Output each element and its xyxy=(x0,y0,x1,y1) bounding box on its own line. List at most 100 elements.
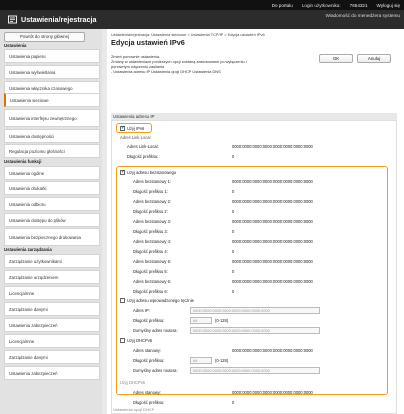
sidebar-item-general[interactable]: Ustawienia ogólne xyxy=(4,166,100,180)
sidebar-item-secure-print[interactable]: Ustawienia bezpiecznego drukowania xyxy=(4,228,100,246)
dhcpv6-repeat-label: Użyj DHCPv6 xyxy=(120,380,146,385)
dhcpv6-prefix-label: Długość prefiksu: xyxy=(133,358,165,363)
dhcpv6-repeat-prefix-label: Długość prefiksu: xyxy=(133,400,165,405)
stateless-row-label: Adres bezstanowy 4: xyxy=(133,239,172,244)
manual-gateway-label: Domyślny adres routera: xyxy=(133,328,178,333)
stateless-row-value: 0 xyxy=(232,189,235,194)
dhcp-options-header: Ustawienia opcji DHCP xyxy=(113,407,155,412)
use-manual-address-label: Użyj adresu wprowadzonego ręcznie xyxy=(127,298,194,303)
portal-link[interactable]: Do portalu xyxy=(272,3,293,8)
sidebar-section-settings: Ustawienia xyxy=(4,43,27,48)
sidebar-item-user-management[interactable]: Zarządzanie użytkownikami xyxy=(4,254,100,268)
stateless-row-value: 0000:0000:0000:0000:0000:0000:0000:0000 xyxy=(232,179,313,184)
dhcpv6-prefix-range: (0-128) xyxy=(215,358,229,363)
manual-gateway-input[interactable]: 0000:0000:0000:0000:0000:0000:0000:0000 xyxy=(190,327,320,334)
sidebar-item-security-2[interactable]: Ustawienia zabezpieczeń xyxy=(4,366,100,380)
app-title-group: Ustawienia/rejestracja xyxy=(0,15,97,24)
stateless-row-label: Długość prefiksu 1: xyxy=(133,189,168,194)
sidebar-item-data-management-2[interactable]: Zarządzanie danymi xyxy=(4,350,100,364)
dhcpv6-address-label: Adres stanowy: xyxy=(133,348,161,353)
sidebar-item-paper[interactable]: Ustawienia papieru xyxy=(4,49,100,63)
dhcpv6-repeat-address-label: Adres stanowy: xyxy=(133,390,161,395)
link-local-prefix-value: 0 xyxy=(232,154,235,159)
description-line: - Ustawienia adresu IP Ustawienia opcji … xyxy=(111,69,221,74)
stateless-row-label: Adres bezstanowy 2: xyxy=(133,199,172,204)
stateless-row-label: Adres bezstanowy 1: xyxy=(133,179,172,184)
use-ipv6-checkbox[interactable] xyxy=(120,125,125,131)
stateless-row-value: 0000:0000:0000:0000:0000:0000:0000:0000 xyxy=(232,219,313,224)
stateless-row-label: Adres bezstanowy 5: xyxy=(133,259,172,264)
link-local-address-label: Adres Link-Local: xyxy=(127,144,159,149)
sidebar-item-network[interactable]: Ustawienia sieciowe xyxy=(4,93,100,107)
sidebar-item-license[interactable]: Licencja/Inne xyxy=(4,286,100,300)
stateless-row-label: Adres bezstanowy 3: xyxy=(133,219,172,224)
sidebar-item-printer[interactable]: Ustawienia drukarki xyxy=(4,181,100,195)
stateless-row-value: 0 xyxy=(232,269,235,274)
stateless-row-value: 0000:0000:0000:0000:0000:0000:0000:0000 xyxy=(232,199,313,204)
dhcpv6-repeat-prefix-value: 0 xyxy=(232,400,235,405)
settings-icon xyxy=(8,15,17,24)
app-title: Ustawienia/rejestracja xyxy=(21,15,97,24)
sidebar-item-receive[interactable]: Ustawienia odbioru xyxy=(4,197,100,211)
page-description: Zmień ponownie ustawienia. Zmiany w usta… xyxy=(111,54,311,74)
stateless-row-label: Długość prefiksu 5: xyxy=(133,269,168,274)
ok-button[interactable]: OK xyxy=(319,54,353,63)
message-to-admin-link[interactable]: Wiadomość do menedżera systemu xyxy=(325,13,400,18)
stateless-row-label: Adres bezstanowy 6: xyxy=(133,279,172,284)
use-stateless-label: Użyj adresu bezstanowego xyxy=(127,170,177,175)
dhcpv6-prefix-input[interactable]: 64 xyxy=(190,357,212,364)
manual-ip-input[interactable]: 0000:0000:0000:0000:0000:0000:0000:0000 xyxy=(190,307,320,314)
ip-settings-panel: Użyj IPv6 Adres Link-Local Adres Link-Lo… xyxy=(111,120,397,414)
dhcpv6-gateway-label: Domyślny adres routera: xyxy=(133,368,178,373)
sidebar-section-function-settings: Ustawienia funkcji xyxy=(4,159,42,164)
manual-prefix-range: (0-128) xyxy=(215,318,229,323)
logout-link[interactable]: Wyloguj się xyxy=(377,3,400,8)
sidebar-item-accessibility[interactable]: Ustawienia dostępności xyxy=(4,129,100,143)
use-stateless-checkbox[interactable] xyxy=(120,169,125,175)
use-dhcpv6-checkbox[interactable] xyxy=(120,338,125,343)
link-local-prefix-label: Długość prefiksu: xyxy=(127,154,159,159)
link-local-address-value: 0000:0000:0000:0000:0000:0000:0000:0000 xyxy=(232,144,313,149)
sidebar-item-external-interface[interactable]: Ustawienia interfejsu zewnętrznego xyxy=(4,109,100,127)
page-title: Edycja ustawień IPv6 xyxy=(111,38,185,47)
login-label: Login użytkownika: xyxy=(301,2,341,8)
ip-address-settings-header: Ustawienia adresu IP xyxy=(111,113,397,120)
home-button[interactable]: Powrót do strony głównej xyxy=(4,32,85,42)
login-value: 7654321 xyxy=(349,2,368,8)
sidebar-item-device-management[interactable]: Zarządzanie urządzeniem xyxy=(4,270,100,284)
sidebar-item-license-2[interactable]: Licencja/Inne xyxy=(4,334,100,348)
stateless-row-value: 0000:0000:0000:0000:0000:0000:0000:0000 xyxy=(232,239,313,244)
stateless-row-value: 0 xyxy=(232,229,235,234)
stateless-row-value: 0000:0000:0000:0000:0000:0000:0000:0000 xyxy=(232,279,313,284)
sidebar-item-display[interactable]: Ustawienia wyświetlania xyxy=(4,65,100,79)
sidebar: Powrót do strony głównej Ustawienia Usta… xyxy=(0,29,102,414)
main-content: Ustawienia/rejestracja: Ustawienia sieci… xyxy=(107,29,404,414)
use-manual-address-checkbox[interactable] xyxy=(120,298,125,303)
stateless-row-value: 0000:0000:0000:0000:0000:0000:0000:0000 xyxy=(232,259,313,264)
manual-ip-label: Adres IP: xyxy=(133,308,150,313)
manual-prefix-input[interactable]: 64 xyxy=(190,317,212,324)
manual-prefix-label: Długość prefiksu: xyxy=(133,318,165,323)
dhcpv6-address-value: 0000:0000:0000:0000:0000:0000:0000:0000 xyxy=(232,348,313,353)
use-dhcpv6-label: Użyj DHCPv6 xyxy=(127,338,153,343)
stateless-row-label: Długość prefiksu 4: xyxy=(133,249,168,254)
stateless-row-label: Długość prefiksu 3: xyxy=(133,229,168,234)
stateless-row-value: 0 xyxy=(232,249,235,254)
sidebar-item-file-access[interactable]: Ustawienia dostępu do plików xyxy=(4,213,100,227)
sidebar-section-management: Ustawienia zarządzania xyxy=(4,247,52,252)
sidebar-item-security[interactable]: Ustawienia zabezpieczeń xyxy=(4,318,100,332)
dhcpv6-repeat-address-value: 0000:0000:0000:0000:0000:0000:0000:0000 xyxy=(232,390,313,395)
sidebar-item-volume[interactable]: Regulacja poziomu głośności xyxy=(4,144,100,158)
use-ipv6-label: Użyj IPv6 xyxy=(127,126,145,131)
app-header: Ustawienia/rejestracja Wiadomość do mene… xyxy=(0,10,404,29)
stateless-row-label: Długość prefiksu 6: xyxy=(133,289,168,294)
link-local-title: Adres Link-Local xyxy=(120,135,151,140)
stateless-row-label: Długość prefiksu 2: xyxy=(133,209,168,214)
sidebar-item-data-management[interactable]: Zarządzanie danymi xyxy=(4,302,100,316)
top-bar: Do portalu Login użytkownika: 7654321 Wy… xyxy=(0,0,404,10)
stateless-row-value: 0 xyxy=(232,209,235,214)
dhcpv6-gateway-input[interactable]: 0000:0000:0000:0000:0000:0000:0000:0000 xyxy=(190,367,320,374)
stateless-row-value: 0 xyxy=(232,289,235,294)
breadcrumb: Ustawienia/rejestracja: Ustawienia sieci… xyxy=(111,32,265,37)
cancel-button[interactable]: Anuluj xyxy=(357,54,391,63)
